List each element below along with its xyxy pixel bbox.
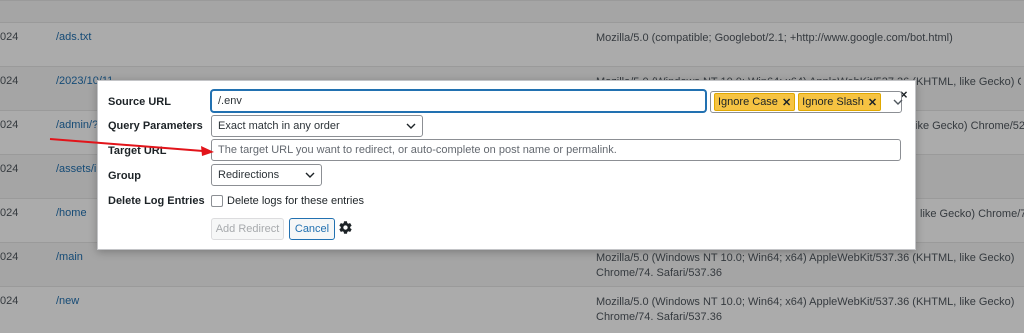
target-url-input[interactable] [211,139,901,161]
add-redirect-dialog: × Source URL Ignore Case ✕ Ignore Slash … [97,80,916,250]
add-redirect-button[interactable]: Add Redirect [211,218,284,240]
source-url-label: Source URL [108,96,171,108]
chevron-down-icon [406,123,416,129]
flag-label: Ignore Slash [802,96,864,108]
delete-logs-checkbox-label[interactable]: Delete logs for these entries [227,195,364,207]
target-url-label: Target URL [108,145,167,157]
source-url-input[interactable] [211,90,706,112]
selected-value: Redirections [218,169,280,181]
flag-label: Ignore Case [718,96,778,108]
chevron-down-icon [305,172,315,178]
delete-logs-checkbox[interactable] [211,195,223,207]
flag-badge-ignore-slash[interactable]: Ignore Slash ✕ [798,93,882,111]
remove-flag-icon[interactable]: ✕ [868,96,877,109]
group-label: Group [108,170,141,182]
gear-icon[interactable] [338,220,353,235]
delete-log-label: Delete Log Entries [108,195,205,207]
chevron-down-icon[interactable] [893,99,903,105]
selected-value: Exact match in any order [218,120,340,132]
cancel-button[interactable]: Cancel [289,218,335,240]
remove-flag-icon[interactable]: ✕ [782,96,791,109]
query-parameters-label: Query Parameters [108,120,203,132]
flag-badge-ignore-case[interactable]: Ignore Case ✕ [714,93,796,111]
query-parameters-select[interactable]: Exact match in any order [211,115,423,137]
group-select[interactable]: Redirections [211,164,322,186]
match-flags[interactable]: Ignore Case ✕ Ignore Slash ✕ [710,91,903,113]
